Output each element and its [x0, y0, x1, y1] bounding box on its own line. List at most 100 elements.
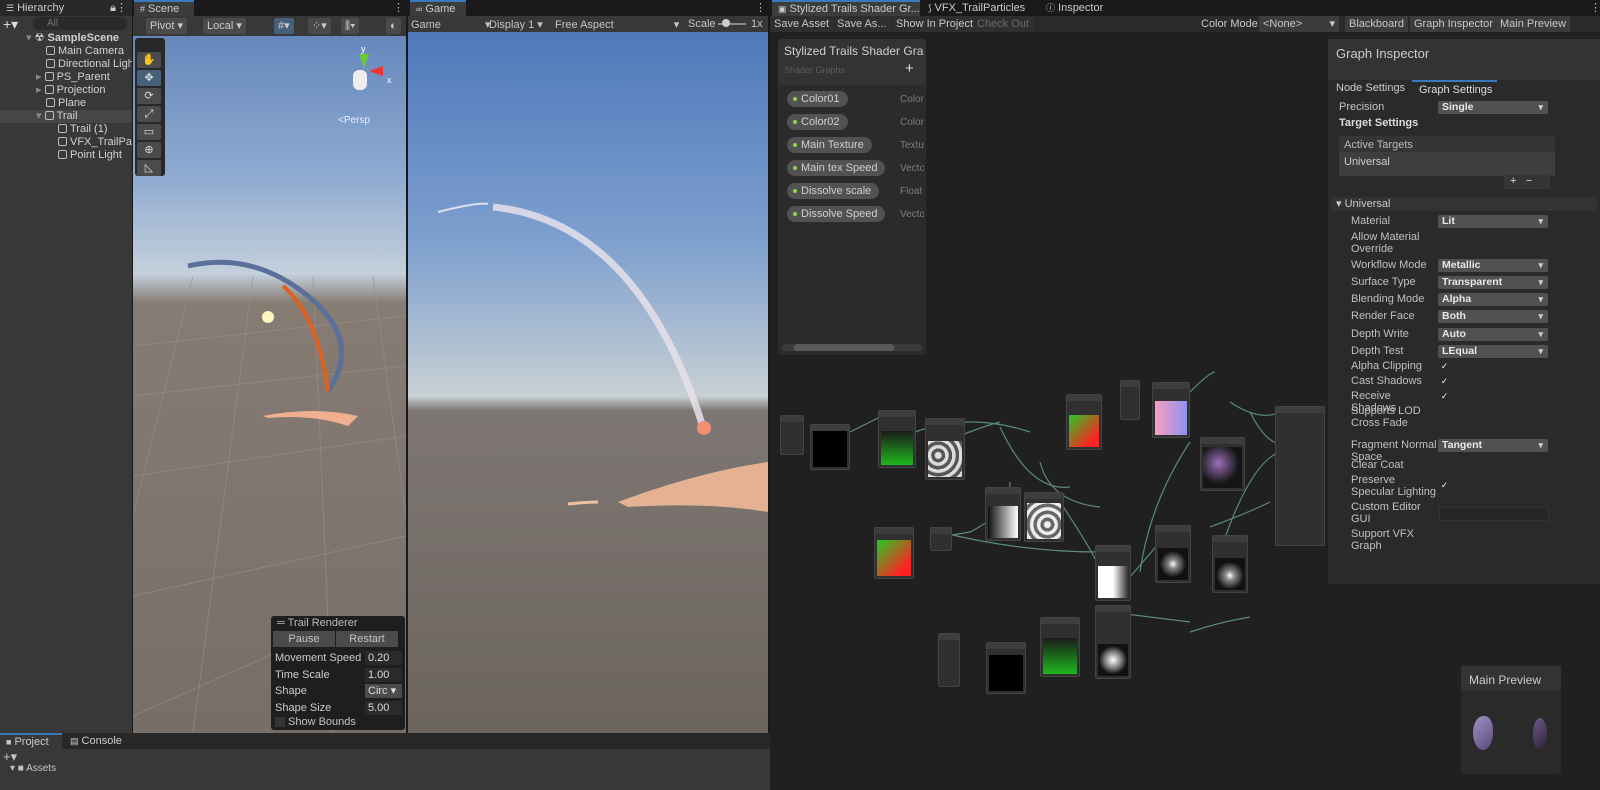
shader-node[interactable] [986, 642, 1026, 694]
pivot-dropdown[interactable]: Pivot ▾ [146, 18, 188, 34]
custom-editor-input[interactable] [1439, 507, 1549, 521]
receive-shadows-checkbox[interactable]: ✓ [1439, 391, 1450, 402]
hand-tool-icon[interactable]: ✋ [137, 52, 161, 68]
add-icon[interactable]: +▾ [3, 16, 18, 33]
game-view[interactable] [408, 32, 768, 733]
shader-node[interactable] [930, 527, 952, 551]
persp-label[interactable]: <Persp [338, 115, 370, 126]
support-vfx-graph-checkbox[interactable] [1439, 534, 1450, 545]
tab-inspector[interactable]: ⓘ Inspector [1040, 0, 1120, 16]
blackboard-property[interactable]: Dissolve Speed [787, 206, 886, 222]
main-preview-button[interactable]: Main Preview [1496, 16, 1571, 32]
shader-node[interactable] [874, 527, 914, 579]
grid-snap-button[interactable]: #▾ [274, 18, 294, 34]
foldout-icon[interactable]: ▾ [36, 110, 45, 122]
blackboard-property[interactable]: Color02 [787, 114, 848, 130]
tab-vfx[interactable]: ⟆ VFX_TrailParticles [922, 0, 1034, 16]
hierarchy-search-input[interactable] [33, 17, 127, 30]
remove-target-icon[interactable]: − [1526, 175, 1532, 187]
foldout-icon[interactable]: ▾ [26, 32, 35, 44]
rotate-tool-icon[interactable]: ⟳ [137, 88, 161, 104]
hierarchy-item[interactable]: ▾ ☢ SampleScene [0, 32, 132, 45]
workflow-mode-dropdown[interactable]: Metallic [1438, 259, 1548, 272]
shader-node[interactable] [810, 424, 850, 470]
field-time-scale-input[interactable]: 1.00 [365, 667, 402, 682]
scene-gizmo[interactable]: y x [339, 44, 399, 104]
snap-button[interactable]: ⁘▾ [308, 18, 331, 34]
foldout-icon[interactable]: ▸ [36, 84, 45, 96]
add-property-icon[interactable]: + [905, 60, 914, 77]
scale-slider-handle[interactable] [722, 19, 730, 27]
aspect-dropdown[interactable]: Free Aspect ▾ [555, 18, 679, 31]
render-face-dropdown[interactable]: Both [1438, 310, 1548, 323]
hierarchy-item[interactable]: Directional Light [0, 58, 132, 71]
shader-node[interactable] [1095, 605, 1131, 679]
hierarchy-item[interactable]: Point Light [0, 149, 132, 162]
tab-project[interactable]: ■ Project [0, 733, 62, 749]
game-mode-dropdown[interactable]: Game ▾ [411, 18, 491, 31]
custom-tool-icon[interactable]: ◺ [137, 160, 161, 176]
hierarchy-item[interactable]: Trail (1) [0, 123, 132, 136]
tab-scene[interactable]: # Scene [134, 0, 194, 16]
clear-coat-checkbox[interactable] [1439, 460, 1450, 471]
shader-node[interactable] [925, 418, 965, 480]
tab-shader-graph[interactable]: ▣ Stylized Trails Shader Gr... [772, 0, 920, 16]
field-shape-input[interactable]: Circ ▾ [365, 684, 402, 698]
blackboard-property[interactable]: Dissolve scale [787, 183, 880, 199]
color-mode-dropdown[interactable]: <None> ▾ [1259, 16, 1339, 32]
alpha-clipping-checkbox[interactable]: ✓ [1439, 361, 1450, 372]
game-more-icon[interactable]: ⋮ [755, 1, 766, 14]
target-item[interactable]: Universal [1339, 152, 1555, 176]
precision-dropdown[interactable]: Single [1438, 101, 1548, 114]
surface-type-dropdown[interactable]: Transparent [1438, 276, 1548, 289]
blackboard-scrollbar[interactable] [782, 344, 922, 351]
blackboard-property[interactable]: Main Texture [787, 137, 872, 153]
check-out-button[interactable]: Check Out [973, 16, 1033, 32]
shader-node[interactable] [1152, 382, 1190, 438]
assets-folder[interactable]: ▾ ■ Assets [10, 763, 56, 774]
shader-more-icon[interactable]: ⋮ [1590, 1, 1600, 14]
move-tool-icon[interactable]: ✥ [137, 70, 161, 86]
blending-mode-dropdown[interactable]: Alpha [1438, 293, 1548, 306]
blackboard-property[interactable]: Main tex Speed [787, 160, 886, 176]
shader-node[interactable] [1155, 525, 1191, 583]
shader-node[interactable] [1024, 492, 1064, 542]
save-asset-button[interactable]: Save Asset [770, 16, 834, 32]
field-shape-size-input[interactable]: 5.00 [365, 700, 402, 715]
hierarchy-item[interactable]: Main Camera [0, 45, 132, 58]
fragment-normal-space-dropdown[interactable]: Tangent [1438, 439, 1548, 452]
restart-button[interactable]: Restart [336, 631, 398, 647]
shader-node[interactable] [878, 410, 916, 468]
tab-node-settings[interactable]: Node Settings [1336, 82, 1405, 94]
shader-node[interactable] [1212, 535, 1248, 593]
save-as-button[interactable]: Save As... [833, 16, 891, 32]
universal-section-header[interactable]: ▾ Universal [1331, 197, 1597, 211]
tab-graph-settings[interactable]: Graph Settings [1412, 80, 1497, 96]
hierarchy-item[interactable]: Plane [0, 97, 132, 110]
shader-node[interactable] [1120, 380, 1140, 420]
more-icon[interactable]: ⋮ [116, 0, 127, 16]
material-dropdown[interactable]: Lit [1438, 215, 1548, 228]
shader-node[interactable] [1095, 545, 1131, 601]
draw-mode-icon[interactable]: ◐ [386, 18, 401, 34]
local-dropdown[interactable]: Local ▾ [203, 18, 246, 34]
hierarchy-item[interactable]: VFX_TrailParticles [0, 136, 132, 149]
tab-console[interactable]: ▤ Console [64, 733, 132, 749]
shader-node[interactable] [1066, 394, 1102, 450]
depth-test-dropdown[interactable]: LEqual [1438, 345, 1548, 358]
transform-tool-icon[interactable]: ⊕ [137, 142, 161, 158]
scale-tool-icon[interactable]: ⤢ [137, 106, 161, 122]
rect-tool-icon[interactable]: ▭ [137, 124, 161, 140]
shader-node[interactable] [985, 487, 1021, 541]
show-in-project-button[interactable]: Show In Project [892, 16, 978, 32]
preserve-specular-lighting-checkbox[interactable]: ✓ [1439, 480, 1450, 491]
shader-node[interactable] [780, 415, 804, 455]
shader-node[interactable] [1275, 406, 1325, 546]
add-target-icon[interactable]: + [1510, 175, 1516, 187]
foldout-icon[interactable]: ▸ [36, 71, 45, 83]
blackboard-property[interactable]: Color01 [787, 91, 848, 107]
allow-material-override-checkbox[interactable] [1439, 237, 1450, 248]
tab-hierarchy[interactable]: ☰ Hierarchy 🔒︎ ⋮ [0, 0, 132, 16]
shader-node[interactable] [1040, 617, 1080, 677]
blackboard-button[interactable]: Blackboard [1345, 16, 1409, 32]
